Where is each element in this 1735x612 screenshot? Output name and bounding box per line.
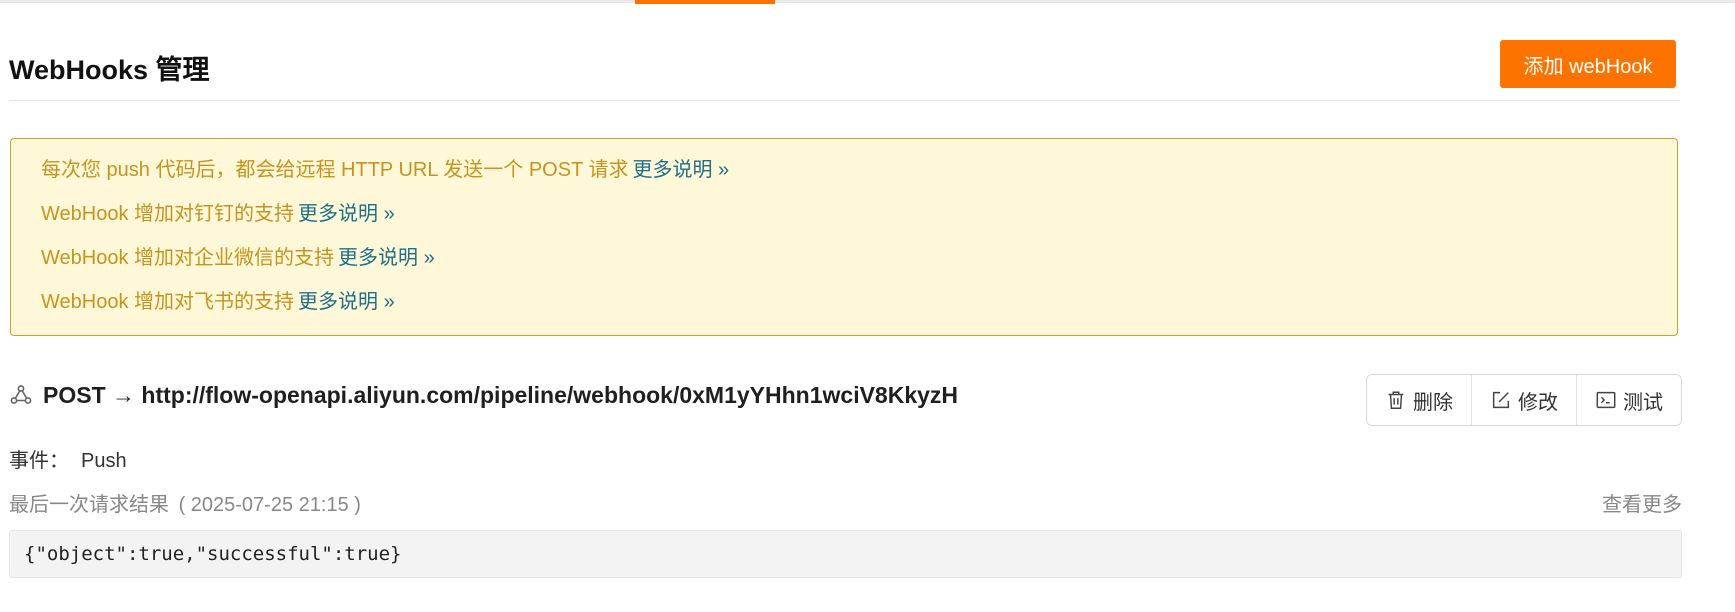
notice-line: 每次您 push 代码后，都会给远程 HTTP URL 发送一个 POST 请求… (41, 155, 1647, 199)
notice-line: WebHook 增加对钉钉的支持 更多说明 » (41, 199, 1647, 243)
test-label: 测试 (1623, 391, 1663, 414)
more-info-link[interactable]: 更多说明 » (632, 159, 729, 181)
more-info-link-wecom[interactable]: 更多说明 » (338, 247, 435, 269)
event-row: 事件： Push (9, 444, 127, 473)
add-webhook-button[interactable]: 添加 webHook (1500, 40, 1676, 88)
more-info-link-feishu[interactable]: 更多说明 » (298, 291, 395, 313)
notice-text: WebHook 增加对飞书的支持 (41, 291, 295, 313)
webhook-icon (10, 385, 32, 404)
response-body: {"object":true,"successful":true} (24, 543, 402, 565)
more-info-link-dingtalk[interactable]: 更多说明 » (298, 203, 395, 225)
top-border (0, 0, 1735, 3)
response-code-box: {"object":true,"successful":true} (9, 530, 1682, 578)
edit-label: 修改 (1518, 391, 1558, 414)
page-header: WebHooks 管理 添加 webHook (9, 38, 1680, 101)
see-more-link[interactable]: 查看更多 (1602, 488, 1682, 517)
delete-button[interactable]: 删除 (1367, 375, 1472, 425)
edit-icon (1492, 391, 1510, 409)
event-label: 事件： (9, 450, 69, 472)
last-result-row: 最后一次请求结果 ( 2025-07-25 21:15 ) 查看更多 (9, 488, 1682, 517)
terminal-icon (1596, 391, 1616, 409)
last-result-label: 最后一次请求结果 (9, 494, 169, 516)
info-notice: 每次您 push 代码后，都会给远程 HTTP URL 发送一个 POST 请求… (10, 138, 1678, 336)
webhook-actions: 删除 修改 测试 (1366, 374, 1682, 426)
event-value: Push (81, 450, 127, 472)
webhook-url-title: POST → http://flow-openapi.aliyun.com/pi… (43, 381, 959, 408)
webhook-title-row: POST → http://flow-openapi.aliyun.com/pi… (9, 378, 958, 412)
last-result-time: ( 2025-07-25 21:15 ) (178, 494, 361, 516)
delete-label: 删除 (1413, 391, 1453, 414)
notice-text: 每次您 push 代码后，都会给远程 HTTP URL 发送一个 POST 请求 (41, 159, 629, 181)
edit-button[interactable]: 修改 (1472, 375, 1577, 425)
page-title: WebHooks 管理 (9, 55, 210, 85)
notice-line: WebHook 增加对飞书的支持 更多说明 » (41, 287, 1647, 331)
test-button[interactable]: 测试 (1577, 375, 1681, 425)
notice-text: WebHook 增加对企业微信的支持 (41, 247, 335, 269)
active-tab-indicator (635, 0, 775, 4)
trash-icon (1388, 391, 1404, 409)
notice-text: WebHook 增加对钉钉的支持 (41, 203, 295, 225)
notice-line: WebHook 增加对企业微信的支持 更多说明 » (41, 243, 1647, 287)
